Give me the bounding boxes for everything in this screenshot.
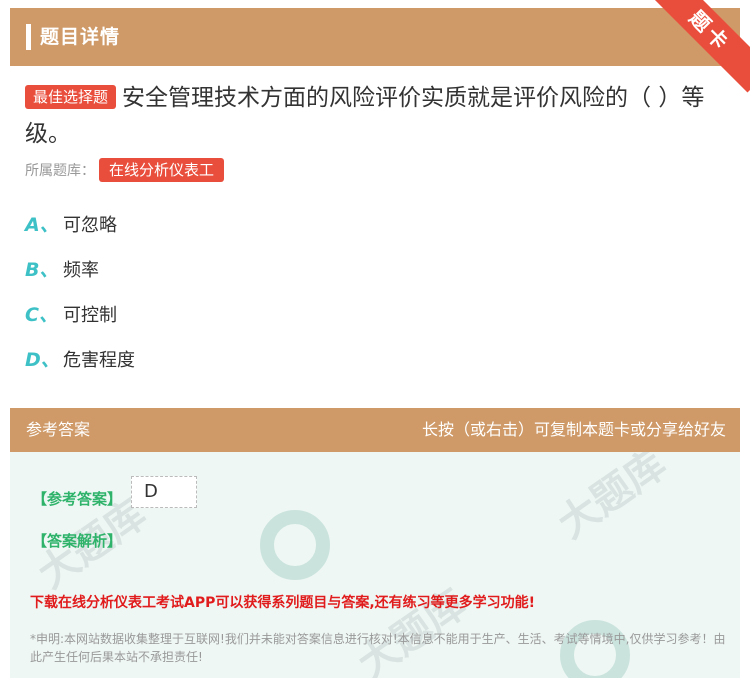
ribbon-label: 题卡 bbox=[650, 0, 750, 93]
card-header: 题目详情 bbox=[10, 8, 740, 66]
question-bank-label: 所属题库： bbox=[25, 163, 95, 179]
page-title: 题目详情 bbox=[40, 26, 121, 48]
disclaimer: *申明:本网站数据收集整理于互联网!我们并未能对答案信息进行核对!本信息不能用于… bbox=[30, 632, 726, 664]
answer-header: 参考答案 长按（或右击）可复制本题卡或分享给好友 bbox=[10, 408, 740, 452]
header-accent-bar bbox=[26, 24, 31, 50]
share-hint: 长按（或右击）可复制本题卡或分享给好友 bbox=[421, 420, 726, 439]
reference-answer-value: D bbox=[131, 476, 197, 508]
app-promo-link[interactable]: 下载在线分析仪表工考试APP可以获得系列题目与答案,还有练习等更多学习功能! bbox=[30, 592, 535, 612]
question-stem: 最佳选择题 安全管理技术方面的风险评价实质就是评价风险的（ ）等级。 bbox=[25, 80, 725, 152]
question-card: 题目详情 题卡 最佳选择题 安全管理技术方面的风险评价实质就是评价风险的（ ）等级… bbox=[10, 0, 750, 678]
option-text: 危害程度 bbox=[63, 350, 135, 371]
option-letter: B、 bbox=[25, 259, 59, 281]
option-text: 可忽略 bbox=[63, 215, 117, 236]
watermark-logo-icon bbox=[260, 510, 330, 580]
option-b[interactable]: B、 频率 bbox=[25, 256, 99, 284]
option-d[interactable]: D、 危害程度 bbox=[25, 346, 135, 374]
reference-answer-label: 【参考答案】 bbox=[32, 490, 123, 508]
option-letter: C、 bbox=[25, 304, 58, 326]
watermark: 大题库 bbox=[549, 452, 675, 548]
answer-section-title: 参考答案 bbox=[26, 420, 91, 439]
question-bank: 所属题库： 在线分析仪表工 bbox=[25, 158, 225, 182]
question-text: 安全管理技术方面的风险评价实质就是评价风险的（ ）等级。 bbox=[25, 85, 705, 147]
answer-body: 大题库 大题库 大题库 【参考答案】 D 【答案解析】 下载在线分析仪表工考试A… bbox=[10, 452, 740, 678]
option-text: 可控制 bbox=[63, 305, 117, 326]
option-c[interactable]: C、 可控制 bbox=[25, 301, 117, 329]
analysis-label: 【答案解析】 bbox=[32, 532, 123, 550]
option-letter: D、 bbox=[25, 349, 60, 371]
question-bank-tag[interactable]: 在线分析仪表工 bbox=[99, 158, 225, 182]
question-type-badge: 最佳选择题 bbox=[25, 85, 117, 109]
option-a[interactable]: A、 可忽略 bbox=[25, 211, 117, 239]
option-text: 频率 bbox=[63, 260, 99, 281]
option-letter: A、 bbox=[25, 214, 59, 236]
